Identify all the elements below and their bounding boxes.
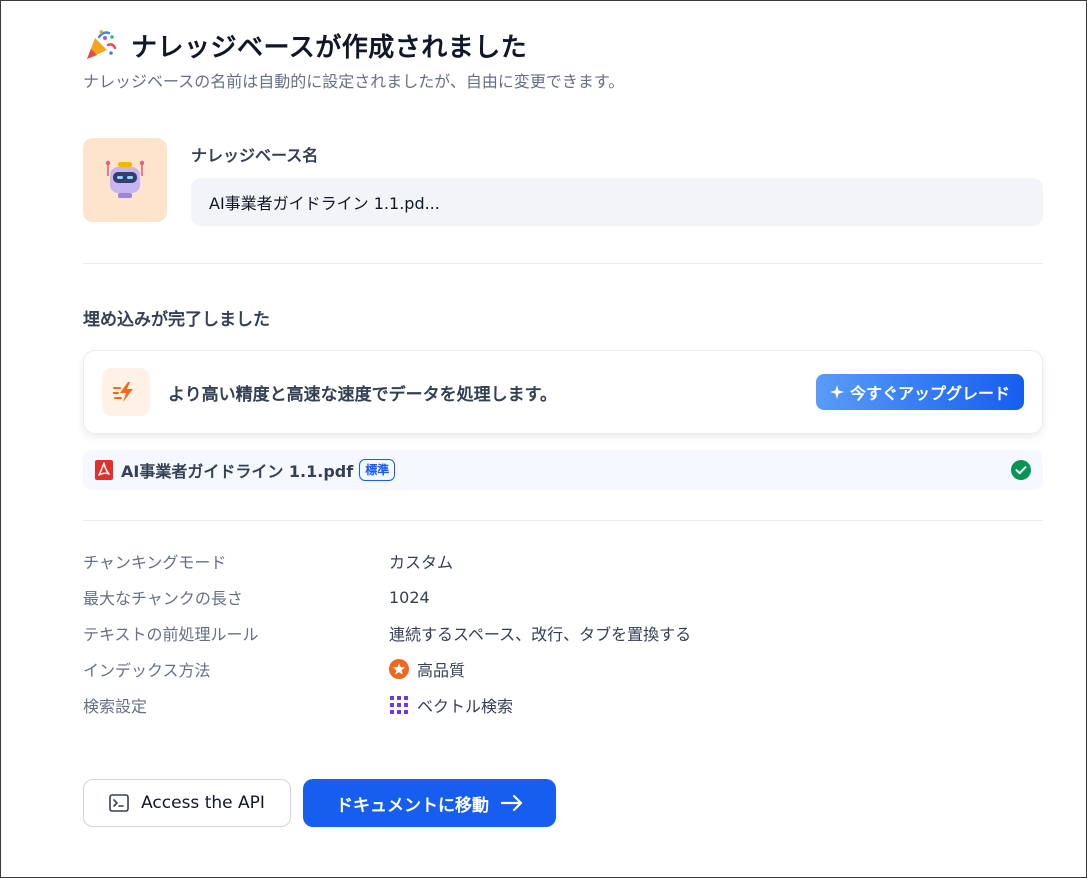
main-content: ナレッジベースが作成されました ナレッジベースの名前は自動的に設定されましたが、… [83, 26, 1043, 827]
property-value: ベクトル検索 [389, 693, 513, 717]
go-to-document-label: ドキュメントに移動 [336, 795, 489, 816]
property-key: テキストの前処理ルール [83, 625, 259, 644]
terminal-icon [109, 794, 129, 812]
file-row[interactable]: AI事業者ガイドライン 1.1.pdf 標準 [83, 450, 1043, 490]
knowledge-base-name-section: ナレッジベース名 [191, 138, 1043, 226]
page-subtitle: ナレッジベースの名前は自動的に設定されましたが、自由に変更できます。 [83, 72, 625, 91]
page-title: ナレッジベースが作成されました [131, 32, 528, 63]
property-key: チャンキングモード [83, 553, 227, 572]
party-popper-icon [87, 29, 117, 59]
property-key: 検索設定 [83, 697, 148, 716]
upgrade-now-button[interactable]: 今すぐアップグレード [815, 374, 1024, 410]
pdf-icon [95, 460, 113, 480]
property-value: 連続するスペース、改行、タブを置換する [389, 625, 692, 644]
index-mode-badge: 標準 [359, 459, 396, 481]
property-key: 最大なチャンクの長さ [83, 589, 243, 608]
property-row-preprocessing-rules: テキストの前処理ルール 連続するスペース、改行、タブを置換する [83, 615, 1043, 651]
property-row-retrieval-setting: 検索設定 ベクトル検索 [83, 687, 1043, 723]
embedding-complete-title: 埋め込みが完了しました [83, 310, 270, 330]
property-value: 高品質 [389, 657, 465, 681]
access-api-label: Access the API [141, 793, 265, 813]
upgrade-now-label: 今すぐアップグレード [849, 384, 1010, 403]
property-row-chunking-mode: チャンキングモード カスタム [83, 543, 1043, 579]
property-row-max-chunk-length: 最大なチャンクの長さ 1024 [83, 579, 1043, 615]
property-value: カスタム [389, 553, 454, 572]
divider [83, 520, 1043, 521]
robot-icon [105, 160, 145, 198]
knowledge-base-row: ナレッジベース名 [83, 138, 1043, 226]
title-row: ナレッジベースが作成されました [83, 26, 1043, 64]
file-name: AI事業者ガイドライン 1.1.pdf [121, 462, 354, 481]
upgrade-card: より高い精度と高速な速度でデータを処理します。 今すぐアップグレード [83, 350, 1043, 434]
arrow-right-icon [501, 795, 523, 811]
divider [83, 263, 1043, 264]
knowledge-base-name-label: ナレッジベース名 [191, 146, 319, 165]
high-quality-icon [389, 659, 409, 679]
property-value: 1024 [389, 587, 430, 607]
bolt-icon-box [102, 368, 150, 416]
bolt-icon [113, 382, 133, 402]
upgrade-text: より高い精度と高速な速度でデータを処理します。 [168, 384, 557, 405]
action-buttons: Access the API ドキュメントに移動 [83, 779, 1043, 827]
go-to-document-button[interactable]: ドキュメントに移動 [303, 779, 556, 827]
vector-grid-icon [390, 696, 408, 714]
properties-list: チャンキングモード カスタム 最大なチャンクの長さ 1024 テキストの前処理ル… [83, 543, 1043, 723]
check-circle-icon [1011, 460, 1031, 480]
knowledge-base-name-input[interactable] [191, 178, 1043, 226]
property-row-index-method: インデックス方法 高品質 [83, 651, 1043, 687]
access-api-button[interactable]: Access the API [83, 779, 291, 827]
sparkle-icon [829, 385, 844, 399]
property-key: インデックス方法 [83, 661, 211, 680]
knowledge-base-avatar[interactable] [83, 138, 167, 222]
